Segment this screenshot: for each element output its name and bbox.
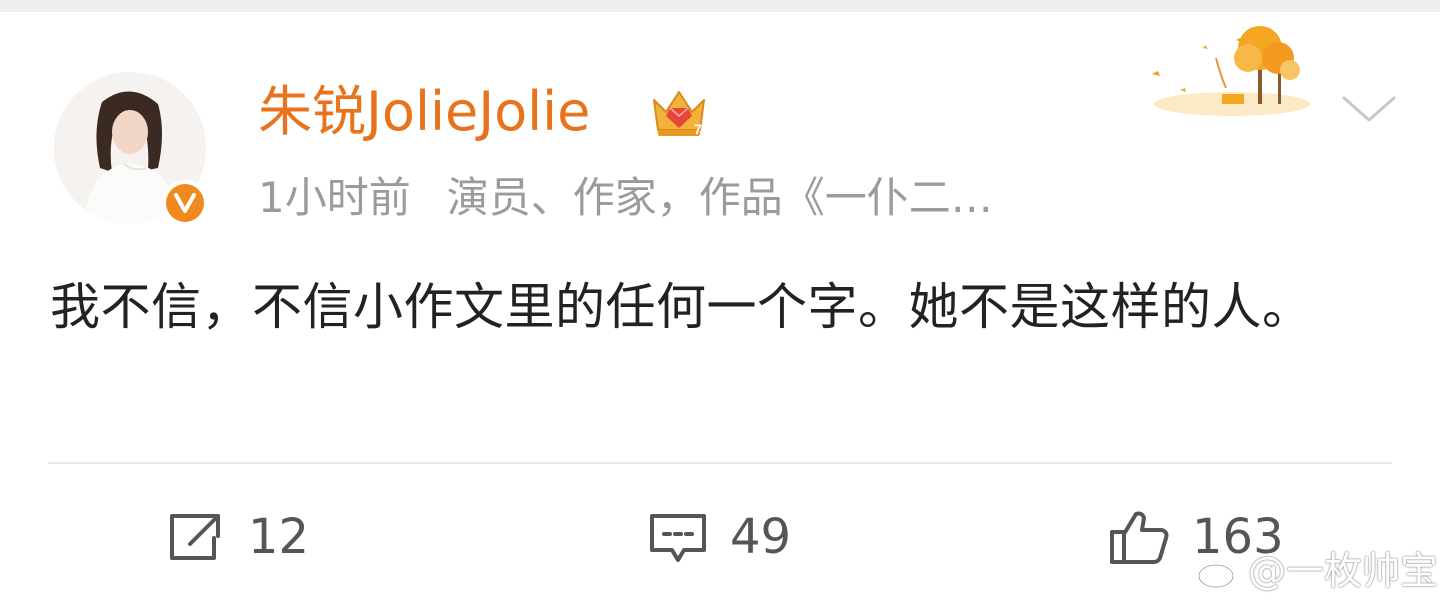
post-text: 我不信，不信小作文里的任何一个字。她不是这样的人。 (50, 278, 1313, 336)
avatar[interactable] (54, 72, 208, 226)
post-time: 1小时前 (258, 173, 411, 222)
divider (48, 462, 1392, 464)
svg-text:7: 7 (694, 121, 702, 137)
username[interactable]: 朱锐JolieJolie (258, 80, 590, 144)
autumn-tree-decoration (1140, 18, 1310, 118)
share-icon (170, 514, 220, 560)
verified-v-icon (166, 184, 204, 222)
crown-member-icon[interactable]: 7 (650, 86, 708, 140)
verified-badge (162, 180, 208, 226)
repost-button[interactable]: 12 (166, 505, 309, 569)
comment-button[interactable]: 49 (648, 505, 791, 569)
post-meta: 1小时前 演员、作家，作品《一仆二… (258, 170, 993, 226)
watermark-text: @一枚帅宝 (1248, 549, 1439, 593)
weibo-logo-icon (1197, 556, 1240, 589)
watermark: @一枚帅宝 (1196, 548, 1438, 594)
comment-icon (650, 514, 706, 562)
thumbs-up-icon (1110, 511, 1169, 564)
top-strip (0, 0, 1440, 12)
repost-count: 12 (248, 509, 310, 565)
user-bio: 演员、作家，作品《一仆二… (446, 173, 993, 222)
chevron-down-icon[interactable] (1340, 92, 1398, 126)
comment-count: 49 (730, 509, 792, 565)
